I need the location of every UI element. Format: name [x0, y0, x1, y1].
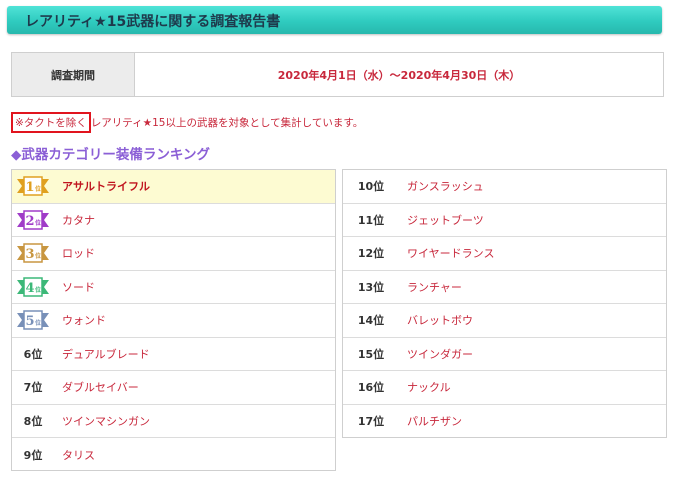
note: ※タクトを除く レアリティ★15以上の武器を対象として集計しています。	[11, 112, 363, 133]
rank-badge-icon: 2位	[17, 210, 49, 230]
rank-cell: 14位	[357, 314, 385, 328]
weapon-name: タリス	[62, 448, 95, 462]
rank-badge-icon: 5位	[17, 310, 49, 330]
note-highlight: ※タクトを除く	[11, 112, 91, 133]
badge-number: 2	[25, 214, 34, 229]
ranking-row: 8位 ツインマシンガン	[12, 405, 335, 438]
rank-cell: 9位	[23, 448, 43, 462]
ranking-row: 16位 ナックル	[343, 371, 666, 405]
badge-suffix: 位	[35, 185, 41, 193]
rank-cell: 3位	[12, 243, 54, 263]
ranking-row: 4 位ソード	[12, 271, 335, 304]
weapon-name: ソード	[62, 280, 95, 294]
rank-cell: 2位	[12, 210, 54, 230]
weapon-name: ランチャー	[407, 280, 462, 294]
weapon-name: アサルトライフル	[62, 180, 150, 194]
badge-suffix: 位	[35, 286, 41, 294]
rank-cell: 10位	[357, 180, 385, 194]
ranking-row: 9位 タリス	[12, 438, 335, 472]
weapon-name: パルチザン	[407, 415, 462, 429]
ranking-row: 2 位カタナ	[12, 204, 335, 237]
period-label: 調査期間	[12, 53, 135, 96]
ranking-table-left: 1 位アサルトライフル 2 位カタナ 3 位ロッド 4 位ソード 5 位ウォンド 6位 デュアルブレー…	[11, 169, 336, 471]
weapon-name: ロッド	[62, 247, 95, 261]
note-text: レアリティ★15以上の武器を対象として集計しています。	[90, 117, 364, 129]
badge-suffix: 位	[35, 319, 41, 327]
ranking-row: 5 位ウォンド	[12, 304, 335, 338]
rank-badge-icon: 4位	[17, 277, 49, 297]
page-title: レアリティ★15武器に関する調査報告書	[25, 14, 281, 30]
ranking-row: 17位 パルチザン	[343, 405, 666, 439]
rank-badge-icon: 3位	[17, 243, 49, 263]
rank-cell: 1位	[12, 176, 54, 196]
section-heading: ◆武器カテゴリー装備ランキング	[11, 147, 210, 163]
rank-badge-icon: 1位	[17, 176, 49, 196]
ranking-row: 14位 バレットボウ	[343, 304, 666, 338]
ranking-row: 10位 ガンスラッシュ	[343, 170, 666, 204]
weapon-name: バレットボウ	[407, 314, 473, 328]
ranking-row: 1 位アサルトライフル	[12, 170, 335, 204]
badge-number: 1	[25, 180, 34, 195]
weapon-name: ワイヤードランス	[407, 247, 495, 261]
ranking-row: 15位 ツインダガー	[343, 338, 666, 371]
ranking-row: 11位 ジェットブーツ	[343, 204, 666, 237]
rank-cell: 15位	[357, 347, 385, 361]
title-bar: レアリティ★15武器に関する調査報告書	[7, 6, 662, 34]
rank-cell: 17位	[357, 415, 385, 429]
weapon-name: ツインマシンガン	[62, 414, 150, 428]
weapon-name: ダブルセイバー	[62, 381, 139, 395]
rank-cell: 8位	[23, 414, 43, 428]
rank-cell: 11位	[357, 213, 385, 227]
period-value: 2020年4月1日（水）～2020年4月30日（木）	[277, 68, 521, 82]
weapon-name: ツインダガー	[407, 347, 473, 361]
weapon-name: ジェットブーツ	[407, 213, 484, 227]
weapon-name: ガンスラッシュ	[407, 180, 484, 194]
rank-cell: 7位	[23, 381, 43, 395]
ranking-row: 12位 ワイヤードランス	[343, 237, 666, 271]
weapon-name: ウォンド	[62, 314, 106, 328]
rank-cell: 16位	[357, 381, 385, 395]
badge-suffix: 位	[35, 219, 41, 227]
weapon-name: デュアルブレード	[62, 347, 150, 361]
badge-number: 4	[25, 281, 34, 296]
weapon-name: ナックル	[407, 381, 451, 395]
rank-cell: 5位	[12, 310, 54, 330]
ranking-table-right: 10位 ガンスラッシュ 11位 ジェットブーツ 12位 ワイヤードランス 13位 ランチャー 1…	[342, 169, 667, 438]
rank-cell: 6位	[23, 347, 43, 361]
badge-suffix: 位	[35, 252, 41, 260]
ranking-row: 13位 ランチャー	[343, 271, 666, 304]
rank-cell: 4位	[12, 277, 54, 297]
rank-cell: 13位	[357, 280, 385, 294]
rank-cell: 12位	[357, 247, 385, 261]
ranking-row: 6位 デュアルブレード	[12, 338, 335, 371]
badge-number: 3	[25, 247, 34, 262]
weapon-name: カタナ	[62, 213, 95, 227]
survey-period-box: 調査期間 2020年4月1日（水）～2020年4月30日（木）	[11, 52, 664, 97]
ranking-row: 7位 ダブルセイバー	[12, 371, 335, 405]
ranking-row: 3 位ロッド	[12, 237, 335, 271]
badge-number: 5	[25, 314, 34, 329]
